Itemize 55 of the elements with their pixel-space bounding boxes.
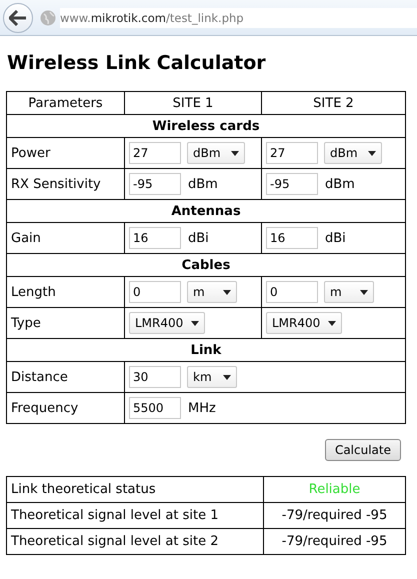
unit-label: dBm bbox=[188, 176, 218, 192]
section-header: Link bbox=[6, 338, 406, 362]
caret-icon bbox=[368, 150, 376, 156]
result-value: -79/required -95 bbox=[264, 528, 406, 554]
result-value: Reliable bbox=[264, 476, 406, 502]
value-input[interactable]: 5500 bbox=[129, 397, 181, 419]
value-input[interactable]: 16 bbox=[129, 227, 181, 249]
parameter-label: Frequency bbox=[6, 392, 124, 424]
unit-label: dBi bbox=[325, 230, 346, 246]
unit-dropdown[interactable]: dBm bbox=[324, 142, 382, 164]
globe-icon bbox=[40, 10, 56, 26]
parameter-label: Gain bbox=[6, 222, 124, 254]
unit-label: dBm bbox=[325, 176, 355, 192]
caret-icon bbox=[360, 290, 368, 294]
unit-dropdown[interactable]: km bbox=[187, 366, 237, 388]
value-input[interactable]: 27 bbox=[129, 142, 181, 164]
value-input[interactable]: 27 bbox=[266, 142, 318, 164]
value-input[interactable]: -95 bbox=[266, 173, 318, 195]
value-input[interactable]: 0 bbox=[129, 281, 181, 303]
calculate-button[interactable]: Calculate bbox=[324, 439, 401, 461]
column-header: SITE 2 bbox=[262, 92, 406, 114]
unit-dropdown[interactable]: LMR400 bbox=[266, 312, 342, 334]
result-value: -79/required -95 bbox=[264, 502, 406, 528]
value-input[interactable]: 30 bbox=[129, 366, 181, 388]
column-header: Parameters bbox=[6, 92, 124, 114]
result-label: Link theoretical status bbox=[6, 476, 264, 502]
unit-dropdown[interactable]: m bbox=[324, 281, 374, 303]
value-input[interactable]: 0 bbox=[266, 281, 318, 303]
value-input[interactable]: 16 bbox=[266, 227, 318, 249]
section-header: Cables bbox=[6, 254, 406, 276]
caret-icon bbox=[223, 290, 231, 294]
caret-icon bbox=[223, 374, 231, 380]
caret-icon bbox=[231, 150, 239, 156]
value-input[interactable]: -95 bbox=[129, 173, 181, 195]
section-header: Antennas bbox=[6, 200, 406, 222]
unit-dropdown[interactable]: m bbox=[187, 281, 237, 303]
parameter-label: RX Sensitivity bbox=[6, 168, 124, 200]
unit-label: MHz bbox=[188, 400, 216, 416]
result-label: Theoretical signal level at site 2 bbox=[6, 528, 264, 554]
url-field[interactable]: www.mikrotik.com/test_link.php bbox=[60, 8, 417, 28]
caret-icon bbox=[191, 320, 199, 326]
result-label: Theoretical signal level at site 1 bbox=[6, 502, 264, 528]
page-title: Wireless Link Calculator bbox=[7, 52, 267, 76]
unit-dropdown[interactable]: LMR400 bbox=[129, 312, 205, 334]
back-arrow-icon bbox=[9, 10, 27, 26]
section-header: Wireless cards bbox=[6, 114, 406, 138]
column-header: SITE 1 bbox=[124, 92, 262, 114]
unit-label: dBi bbox=[188, 230, 209, 246]
parameter-label: Length bbox=[6, 276, 124, 308]
parameter-label: Distance bbox=[6, 362, 124, 392]
parameter-label: Type bbox=[6, 308, 124, 338]
parameter-label: Power bbox=[6, 138, 124, 168]
unit-dropdown[interactable]: dBm bbox=[187, 142, 245, 164]
back-button[interactable] bbox=[3, 2, 33, 32]
caret-icon bbox=[328, 320, 336, 326]
